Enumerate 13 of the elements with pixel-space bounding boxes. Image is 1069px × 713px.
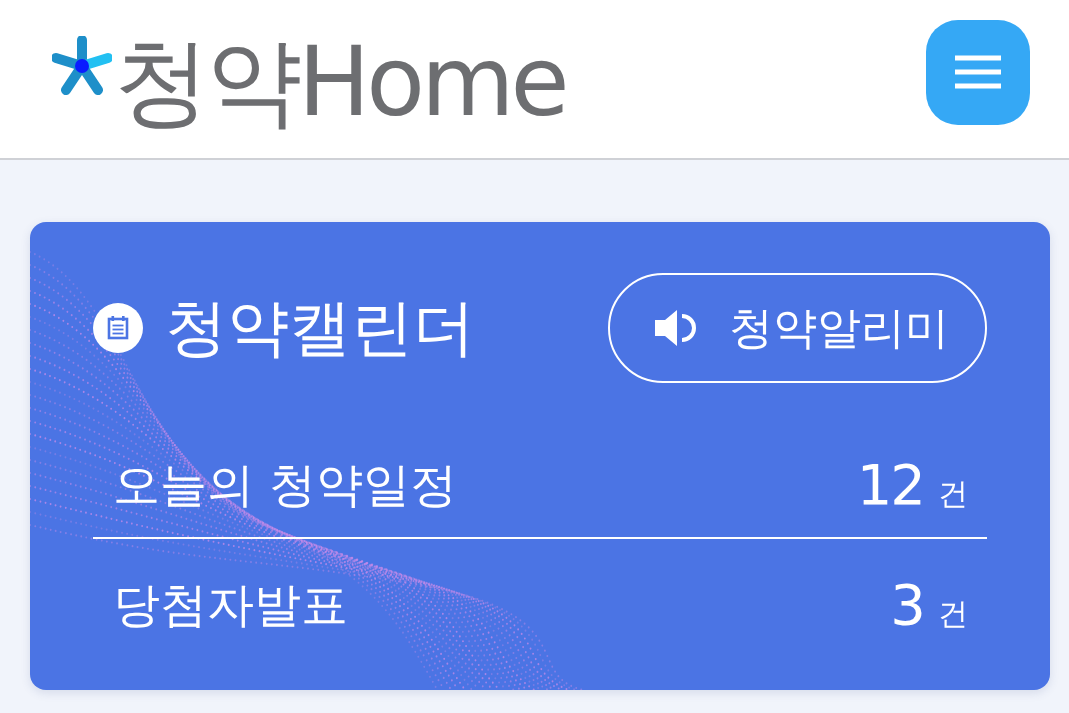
alert-button[interactable]: 청약알리미 (608, 273, 987, 383)
count-value: 12 (856, 454, 924, 516)
menu-button[interactable] (926, 19, 1030, 125)
calendar-icon (93, 303, 143, 353)
schedule-label[interactable]: 당첨자발표 (113, 576, 348, 634)
star-logo-icon (52, 36, 112, 96)
schedule-label[interactable]: 오늘의 청약일정 (113, 456, 457, 514)
count-unit: 건 (938, 477, 968, 511)
count-value: 3 (890, 574, 924, 636)
menu-icon (955, 55, 1001, 89)
logo-text[interactable]: 청약Home (114, 34, 566, 130)
count-unit: 건 (938, 597, 968, 631)
card-title: 청약캘린더 (165, 290, 475, 366)
